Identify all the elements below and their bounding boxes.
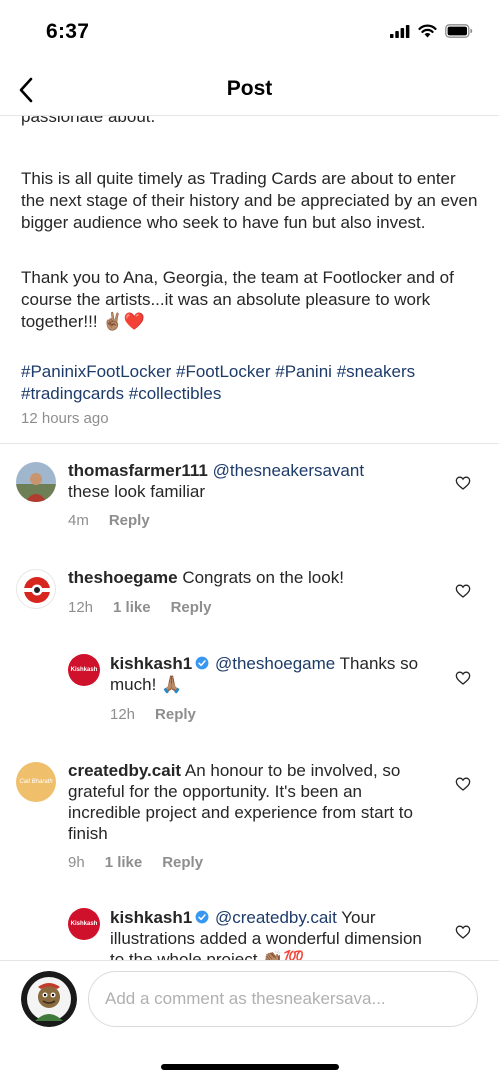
comment-text: thomasfarmer111 @thesneakersavant these …: [68, 460, 448, 502]
heart-icon[interactable]: [455, 776, 471, 792]
hashtag-link[interactable]: #FootLocker: [176, 362, 271, 381]
comment-body: Congrats on the look!: [182, 568, 344, 587]
avatar-text: Cait Bharath: [19, 779, 53, 785]
reply-button[interactable]: Reply: [155, 706, 196, 723]
avatar[interactable]: [16, 569, 56, 609]
comment-item: thomasfarmer111 @thesneakersavant these …: [0, 460, 499, 540]
comment-mention[interactable]: @createdby.cait: [215, 908, 337, 927]
comment-text: kishkash1 @theshoegame Thanks so much! 🙏…: [110, 653, 440, 695]
post-timestamp: 12 hours ago: [21, 410, 109, 427]
my-avatar[interactable]: [21, 971, 77, 1027]
comment-bar: [0, 960, 499, 1080]
heart-icon[interactable]: [455, 670, 471, 686]
comment-body: these look familiar: [68, 482, 206, 501]
avatar-illustration: [21, 971, 77, 1027]
comment-time: 12h: [68, 599, 94, 616]
caption-paragraph-3: Thank you to Ana, Georgia, the team at F…: [21, 268, 454, 331]
avatar-text: Kishkash: [70, 921, 98, 927]
comment-text: theshoegame Congrats on the look!: [68, 567, 448, 588]
status-icons: [390, 24, 473, 38]
comment-username[interactable]: kishkash1: [110, 654, 192, 673]
comment-meta: 9h 1 like Reply: [68, 854, 203, 871]
comment-username[interactable]: kishkash1: [110, 908, 192, 927]
wifi-icon: [418, 24, 437, 38]
comment-username[interactable]: theshoegame: [68, 568, 178, 587]
home-indicator: [161, 1064, 339, 1070]
verified-badge-icon: [195, 910, 209, 924]
avatar[interactable]: [16, 462, 56, 502]
comment-meta: 12h 1 like Reply: [68, 599, 211, 616]
signal-icon: [390, 24, 410, 38]
comment-username[interactable]: thomasfarmer111: [68, 461, 208, 480]
hashtag-link[interactable]: #Panini: [275, 362, 332, 381]
avatar[interactable]: Cait Bharath: [16, 762, 56, 802]
avatar-photo: [16, 462, 56, 502]
avatar-logo: [17, 570, 55, 608]
reply-item: Kishkash kishkash1 @createdby.cait Your …: [0, 906, 499, 960]
reply-button[interactable]: Reply: [109, 512, 150, 529]
hashtag-link[interactable]: #collectibles: [129, 384, 222, 403]
comment-time: 4m: [68, 512, 89, 529]
heart-icon[interactable]: [455, 924, 471, 940]
nav-bar: Post: [0, 60, 499, 116]
comment-username[interactable]: createdby.cait: [68, 761, 181, 780]
reply-item: Kishkash kishkash1 @theshoegame Thanks s…: [0, 652, 499, 732]
heart-icon[interactable]: [455, 475, 471, 491]
comment-text: createdby.cait An honour to be involved,…: [68, 760, 433, 844]
avatar[interactable]: Kishkash: [68, 908, 100, 940]
status-bar: 6:37: [0, 0, 499, 60]
post-content[interactable]: passionate about. This is all quite time…: [0, 116, 499, 960]
likes-button[interactable]: 1 like: [105, 854, 143, 871]
reply-button[interactable]: Reply: [171, 599, 212, 616]
caption-paragraph-2: This is all quite timely as Trading Card…: [21, 169, 478, 232]
heart-icon[interactable]: [455, 583, 471, 599]
verified-badge-icon: [195, 656, 209, 670]
hashtag-link[interactable]: #sneakers: [337, 362, 415, 381]
page-title: Post: [226, 77, 273, 100]
hashtags: #PaninixFootLocker #FootLocker #Panini #…: [21, 361, 481, 405]
hashtag-link[interactable]: #PaninixFootLocker: [21, 362, 171, 381]
comment-meta: 12h Reply: [110, 706, 196, 723]
status-time: 6:37: [46, 20, 90, 43]
comment-input[interactable]: [88, 971, 478, 1027]
comment-mention[interactable]: @theshoegame: [215, 654, 335, 673]
comment-time: 12h: [110, 706, 136, 723]
avatar-text: Kishkash: [70, 667, 98, 673]
battery-icon: [445, 24, 473, 38]
comment-meta: 4m Reply: [68, 512, 150, 529]
caption-line: passionate about.: [21, 116, 156, 126]
comment-item: Cait Bharath createdby.cait An honour to…: [0, 760, 499, 880]
comment-item: theshoegame Congrats on the look! 12h 1 …: [0, 567, 499, 627]
hashtag-link[interactable]: #tradingcards: [21, 384, 124, 403]
likes-button[interactable]: 1 like: [113, 599, 151, 616]
divider: [0, 443, 499, 444]
comment-time: 9h: [68, 854, 85, 871]
reply-button[interactable]: Reply: [162, 854, 203, 871]
avatar[interactable]: Kishkash: [68, 654, 100, 686]
caption-partial-line: passionate about.: [21, 116, 481, 128]
comment-text: kishkash1 @createdby.cait Your illustrat…: [110, 907, 440, 960]
comment-mention[interactable]: @thesneakersavant: [213, 461, 364, 480]
